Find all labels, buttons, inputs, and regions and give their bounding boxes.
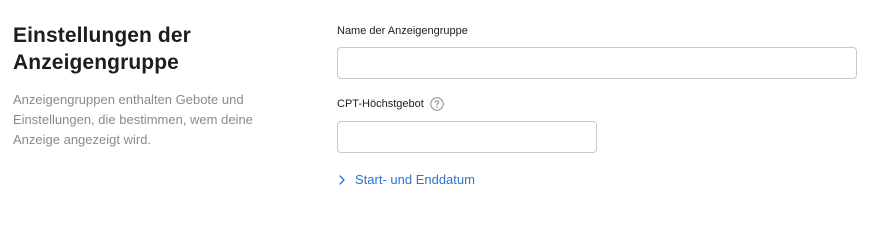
section-description: Anzeigengruppen enthalten Gebote und Ein… xyxy=(13,92,253,147)
max-cpt-bid-label: CPT-Höchstgebot xyxy=(337,97,857,111)
ad-group-name-input[interactable] xyxy=(337,47,857,79)
question-circle-icon[interactable] xyxy=(430,97,444,111)
ad-group-settings-section: Einstellungen der Anzeigengruppe Anzeige… xyxy=(0,0,873,219)
ad-group-name-label-text: Name der Anzeigengruppe xyxy=(337,25,468,37)
start-end-date-label: Start- und Enddatum xyxy=(355,172,475,187)
start-end-date-toggle[interactable]: Start- und Enddatum xyxy=(337,172,475,188)
max-cpt-bid-label-text: CPT-Höchstgebot xyxy=(337,98,424,110)
section-intro: Einstellungen der Anzeigengruppe Anzeige… xyxy=(13,22,303,150)
section-title: Einstellungen der Anzeigengruppe xyxy=(13,24,191,74)
chevron-right-icon xyxy=(337,175,347,185)
max-cpt-bid-input[interactable] xyxy=(337,121,597,153)
ad-group-name-label: Name der Anzeigengruppe xyxy=(337,24,857,38)
settings-form: Name der Anzeigengruppe CPT-Höchstgebot … xyxy=(337,24,857,188)
